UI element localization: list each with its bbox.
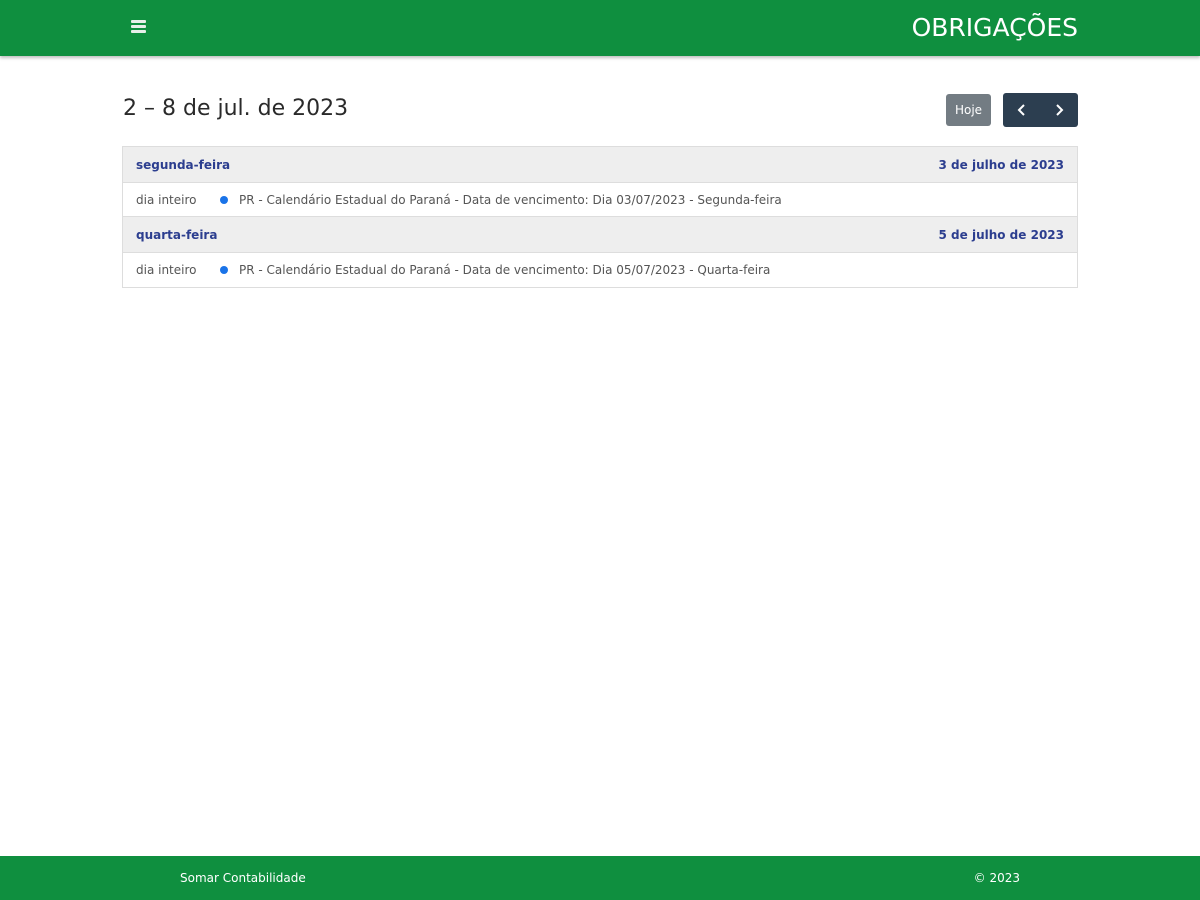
next-week-button[interactable] — [1041, 93, 1079, 127]
event-dot-icon — [220, 195, 228, 204]
previous-week-button[interactable] — [1003, 93, 1041, 127]
event-dot-icon — [220, 266, 228, 274]
page-title: OBRIGAÇÕES — [911, 13, 1078, 42]
chevron-left-icon — [1017, 104, 1025, 116]
day-name-link[interactable]: segunda-feira — [136, 158, 230, 172]
event-row[interactable]: dia inteiro PR - Calendário Estadual do … — [123, 183, 1077, 217]
hamburger-icon[interactable] — [128, 18, 150, 38]
chevron-right-icon — [1056, 104, 1064, 116]
date-range-title: 2 – 8 de jul. de 2023 — [123, 96, 349, 121]
event-title[interactable]: PR - Calendário Estadual do Paraná - Dat… — [239, 263, 770, 277]
today-button[interactable]: Hoje — [946, 94, 991, 126]
day-header: segunda-feira 3 de julho de 2023 — [123, 147, 1077, 183]
footer-company: Somar Contabilidade — [180, 871, 306, 885]
week-navigation — [1003, 93, 1078, 127]
event-row[interactable]: dia inteiro PR - Calendário Estadual do … — [123, 253, 1077, 287]
footer-bar: Somar Contabilidade © 2023 — [0, 856, 1200, 900]
day-header: quarta-feira 5 de julho de 2023 — [123, 217, 1077, 253]
day-date-link[interactable]: 3 de julho de 2023 — [939, 158, 1064, 172]
agenda-list: segunda-feira 3 de julho de 2023 dia int… — [122, 146, 1078, 288]
event-title[interactable]: PR - Calendário Estadual do Paraná - Dat… — [239, 193, 782, 207]
footer-copyright: © 2023 — [973, 871, 1020, 885]
day-date-link[interactable]: 5 de julho de 2023 — [939, 228, 1064, 242]
event-time: dia inteiro — [136, 192, 197, 207]
event-time: dia inteiro — [136, 263, 197, 277]
top-app-bar: OBRIGAÇÕES — [0, 0, 1200, 56]
day-name-link[interactable]: quarta-feira — [136, 228, 217, 242]
